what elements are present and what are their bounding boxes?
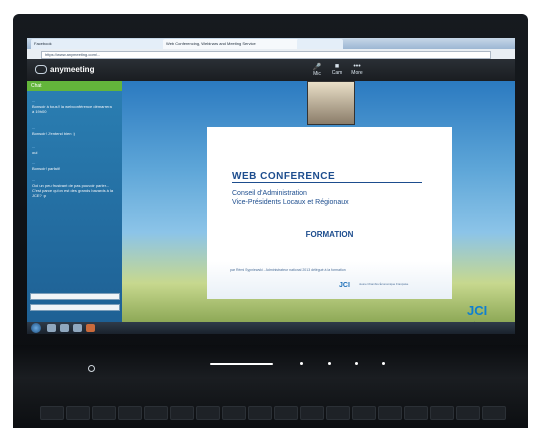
slide-title-underline [232,182,422,183]
chat-input[interactable] [30,293,120,300]
browser-tab-bar: Facebook Web Conferencing, Webinars and … [27,38,515,49]
more-icon: ••• [353,63,361,70]
jci-logo: JCI [467,303,488,318]
taskbar-app-icon[interactable] [86,324,95,332]
presentation-area: WEB CONFERENCE Conseil d'Administration … [122,81,515,334]
chat-message: — oui [32,145,115,155]
photo-frame: Facebook Web Conferencing, Webinars and … [0,0,537,432]
power-icon[interactable] [88,365,95,372]
keyboard-key[interactable] [274,406,298,420]
browser-tab[interactable] [297,39,343,49]
chat-message-text: Bonsoir! parfait! [32,166,61,171]
media-key-light [300,362,303,365]
chat-message: — Bonsoir à tous!! la webconférence déma… [32,99,115,114]
url-field[interactable]: https://www.anymeeting.com/... [41,51,491,59]
slide-heading: FORMATION [305,230,354,239]
more-label: More [351,70,363,76]
slide-subtitle: Conseil d'Administration Vice-Présidents… [232,189,442,207]
slide-title: WEB CONFERENCE [232,171,336,182]
camera-button[interactable]: ■ Cam [327,63,347,78]
slide-footer-band [207,261,452,299]
presentation-slide: WEB CONFERENCE Conseil d'Administration … [207,127,452,299]
slide-subtitle-line: Vice-Présidents Locaux et Régionaux [232,199,349,206]
chat-message-text: Bonsoir! J'entend bien :) [32,131,76,136]
keyboard-key[interactable] [118,406,142,420]
keyboard-key[interactable] [66,406,90,420]
keyboard-key[interactable] [222,406,246,420]
keyboard-key[interactable] [40,406,64,420]
chat-message-text: oui [32,150,38,155]
keyboard [40,394,510,428]
chat-panel: Chat — Bonsoir à tous!! la webconférence… [27,81,123,334]
keyboard-key[interactable] [248,406,272,420]
taskbar-app-icon[interactable] [60,324,69,332]
keyboard-key[interactable] [326,406,350,420]
keyboard-key[interactable] [144,406,168,420]
mic-label: Mic [313,71,321,77]
chat-message: — Bonsoir! J'entend bien :) [32,126,115,136]
taskbar [27,322,515,334]
taskbar-app-icon[interactable] [47,324,56,332]
slide-footer-text: par Rémi Sypniewski - Administrateur nat… [230,268,346,272]
mic-button[interactable]: 🎤 Mic [307,63,327,78]
chat-message: — Bonsoir! parfait! [32,161,115,171]
app-logo: anymeeting [35,65,95,75]
browser-tab[interactable]: Facebook [31,39,77,49]
app-toolbar: anymeeting 🎤 Mic ■ Cam ••• More [27,59,515,81]
address-bar: https://www.anymeeting.com/... [27,49,515,59]
logo-icon [35,65,47,75]
start-button[interactable] [31,323,41,333]
logo-text: anymeeting [50,65,95,74]
keyboard-key[interactable] [456,406,480,420]
jci-logo-small: JCI [339,282,350,289]
chat-message-text: Ooi un peu frustrant de pas pouvoir parl… [32,183,114,198]
keyboard-key[interactable] [482,406,506,420]
media-key-light [328,362,331,365]
laptop-screen: Facebook Web Conferencing, Webinars and … [27,38,515,334]
media-key-light [355,362,358,365]
org-name-small: Jeune Chambre Économique Française [359,282,409,286]
media-light-strip [210,363,273,365]
keyboard-key[interactable] [300,406,324,420]
keyboard-key[interactable] [92,406,116,420]
browser-tab-active[interactable]: Web Conferencing, Webinars and Meeting S… [163,39,299,49]
browser-tab[interactable] [75,39,121,49]
more-button[interactable]: ••• More [347,63,367,78]
keyboard-key[interactable] [404,406,428,420]
mic-icon: 🎤 [312,64,322,71]
keyboard-key[interactable] [170,406,194,420]
camera-label: Cam [331,70,343,76]
keyboard-key[interactable] [430,406,454,420]
keyboard-key[interactable] [196,406,220,420]
chat-message: — Ooi un peu frustrant de pas pouvoir pa… [32,178,115,198]
keyboard-key[interactable] [378,406,402,420]
browser-tab[interactable] [119,39,165,49]
chat-message-text: Bonsoir à tous!! la webconférence démarr… [32,104,112,114]
chat-send-field[interactable] [30,304,120,311]
keyboard-key[interactable] [352,406,376,420]
taskbar-app-icon[interactable] [73,324,82,332]
camera-icon: ■ [334,63,340,70]
slide-subtitle-line: Conseil d'Administration [232,190,307,197]
chat-header[interactable]: Chat [27,81,122,91]
media-key-light [382,362,385,365]
presenter-video[interactable] [307,81,355,125]
